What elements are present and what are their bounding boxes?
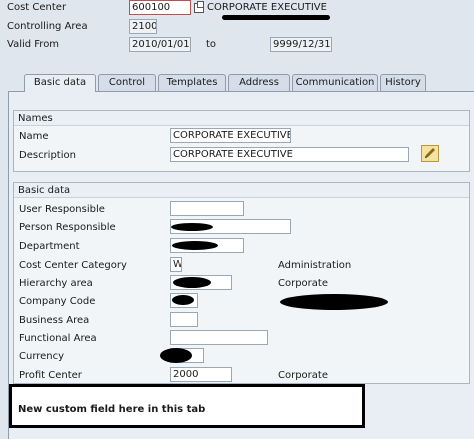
copy-icon[interactable] <box>194 1 204 13</box>
redaction-mark <box>173 277 211 288</box>
department-label: Department <box>19 241 80 252</box>
cost-center-label: Cost Center <box>7 2 67 13</box>
tab-templates[interactable]: Templates <box>158 74 226 91</box>
business-area-label: Business Area <box>19 315 90 326</box>
tab-history[interactable]: History <box>380 74 426 91</box>
user-responsible-label: User Responsible <box>19 204 105 215</box>
controlling-area-label: Controlling Area <box>7 21 88 32</box>
redaction-mark <box>172 295 194 305</box>
category-label: Cost Center Category <box>19 260 127 271</box>
currency-label: Currency <box>19 351 65 362</box>
basic-data-group-title: Basic data <box>14 183 469 198</box>
profit-center-input[interactable]: 2000 <box>170 367 232 382</box>
description-label: Description <box>19 150 76 161</box>
name-label: Name <box>19 131 49 142</box>
names-group-title: Names <box>14 111 469 126</box>
description-input[interactable]: CORPORATE EXECUTIVE <box>170 147 409 162</box>
hierarchy-area-label: Hierarchy area <box>19 278 93 289</box>
callout-text: New custom field here in this tab <box>18 404 206 415</box>
controlling-area-field: 2100 <box>129 19 157 34</box>
valid-to-field: 9999/12/31 <box>270 37 332 52</box>
person-responsible-label: Person Responsible <box>19 222 116 233</box>
valid-from-field: 2010/01/01 <box>129 37 191 52</box>
tab-address[interactable]: Address <box>228 74 290 91</box>
edit-pencil-icon[interactable] <box>421 145 439 162</box>
functional-area-label: Functional Area <box>19 333 97 344</box>
profit-center-label: Profit Center <box>19 370 82 381</box>
cost-center-name: CORPORATE EXECUTIVE <box>207 2 327 13</box>
profit-center-text: Corporate <box>278 370 328 381</box>
company-code-label: Company Code <box>19 296 96 307</box>
functional-area-input[interactable] <box>170 330 268 345</box>
redaction-mark <box>222 15 330 20</box>
business-area-input[interactable] <box>170 312 198 327</box>
redaction-mark <box>160 348 192 363</box>
hierarchy-area-text: Corporate <box>278 278 328 289</box>
valid-from-label: Valid From <box>7 39 60 50</box>
custom-field-callout: New custom field here in this tab <box>9 384 365 428</box>
redaction-mark <box>172 241 218 250</box>
cost-center-input[interactable]: 600100 <box>129 0 191 15</box>
category-input[interactable]: W <box>170 257 182 272</box>
redaction-mark <box>171 223 213 231</box>
name-input[interactable]: CORPORATE EXECUTIVE <box>170 128 291 143</box>
tab-control[interactable]: Control <box>98 74 156 91</box>
redaction-mark <box>280 294 388 310</box>
tab-communication[interactable]: Communication <box>292 74 378 91</box>
to-label: to <box>206 39 217 50</box>
user-responsible-input[interactable] <box>170 201 244 216</box>
category-text: Administration <box>278 260 352 271</box>
tab-basic-data[interactable]: Basic data <box>24 74 96 92</box>
